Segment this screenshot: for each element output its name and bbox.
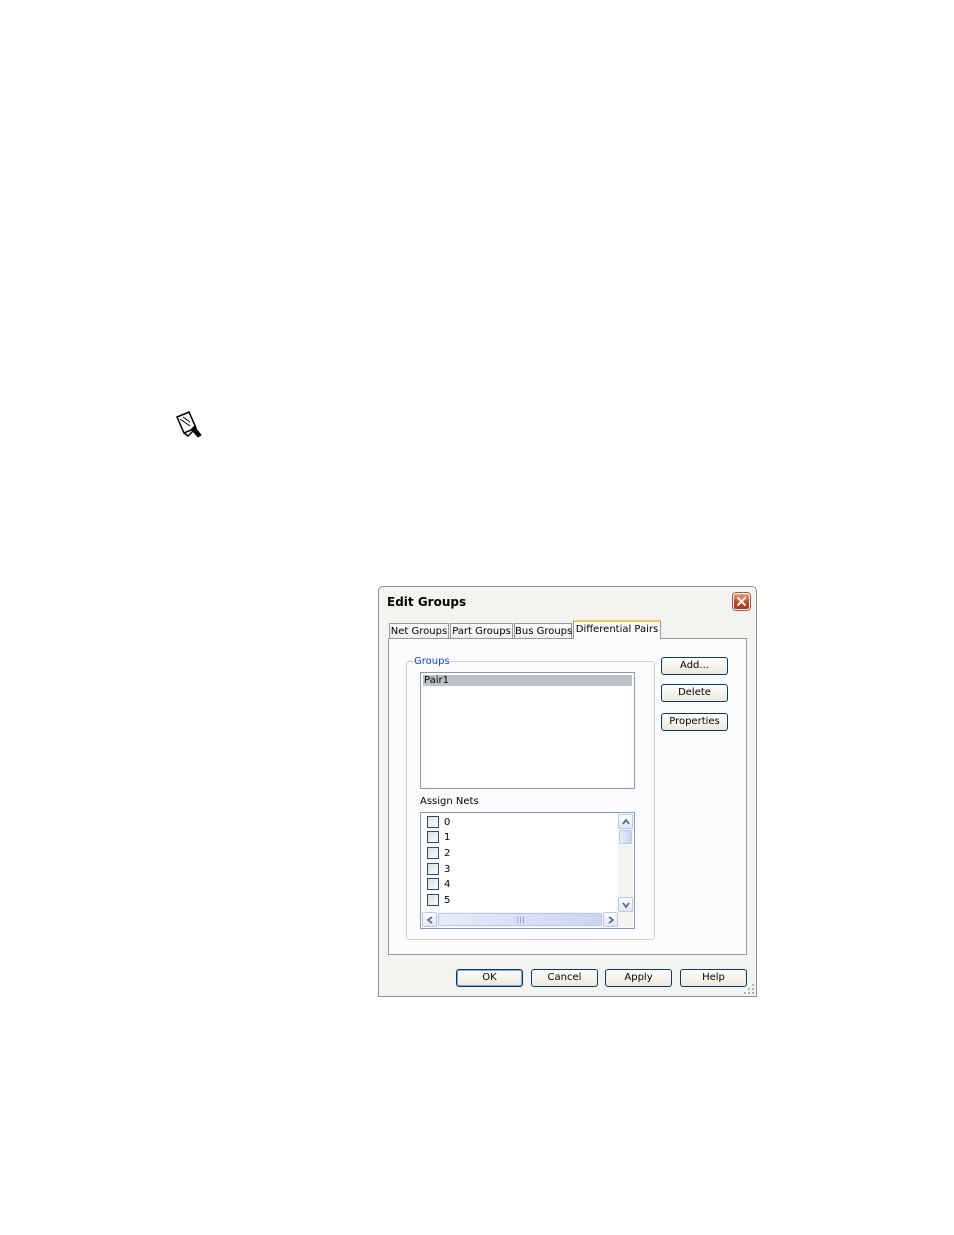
chevron-left-icon [426, 916, 433, 924]
scroll-up-button[interactable] [618, 814, 633, 829]
net-checkbox[interactable] [427, 831, 439, 843]
scrollbar-corner [618, 912, 633, 927]
horizontal-scroll-thumb[interactable] [438, 913, 602, 926]
properties-button[interactable]: Properties [661, 713, 728, 731]
groups-groupbox: Groups Pair1 Assign Nets 0 1 2 3 4 5 [406, 656, 655, 940]
assign-nets-list[interactable]: 0 1 2 3 4 5 [420, 812, 635, 929]
dialog-title: Edit Groups [387, 595, 467, 609]
chevron-up-icon [622, 818, 630, 825]
groups-list[interactable]: Pair1 [420, 672, 635, 789]
cancel-button[interactable]: Cancel [531, 969, 598, 987]
net-label: 2 [444, 848, 451, 859]
differential-pairs-panel: Groups Pair1 Assign Nets 0 1 2 3 4 5 Add… [388, 638, 747, 955]
tab-label: Net Groups [390, 626, 448, 637]
scroll-right-button[interactable] [603, 912, 618, 927]
chevron-down-icon [622, 902, 630, 909]
ok-button[interactable]: OK [456, 969, 523, 987]
note-pencil-icon [176, 411, 202, 438]
net-label: 0 [444, 817, 451, 828]
assign-nets-label: Assign Nets [420, 796, 479, 807]
close-icon [736, 596, 747, 607]
close-button[interactable] [733, 593, 750, 610]
edit-groups-dialog: Edit Groups Net Groups Part Groups Bus G… [378, 586, 757, 997]
add-button[interactable]: Add... [661, 657, 728, 675]
groups-label: Groups [413, 656, 451, 667]
net-label: 4 [444, 879, 451, 890]
vertical-scrollbar[interactable] [618, 814, 633, 912]
delete-button[interactable]: Delete [661, 684, 728, 702]
net-checkbox[interactable] [427, 847, 439, 859]
help-button[interactable]: Help [680, 969, 747, 987]
chevron-right-icon [608, 916, 615, 924]
grip-lines-icon [517, 917, 524, 923]
list-item-pair1[interactable]: Pair1 [423, 675, 632, 686]
scroll-down-button[interactable] [618, 897, 633, 912]
tab-label: Differential Pairs [575, 624, 659, 635]
net-checkbox[interactable] [427, 863, 439, 875]
vertical-scroll-thumb[interactable] [619, 830, 632, 844]
net-checkbox[interactable] [427, 878, 439, 890]
net-checkbox[interactable] [427, 816, 439, 828]
title-bar[interactable]: Edit Groups [379, 587, 756, 613]
net-checkbox[interactable] [427, 894, 439, 906]
tab-differential-pairs[interactable]: Differential Pairs [573, 620, 661, 639]
net-label: 3 [444, 864, 451, 875]
apply-button[interactable]: Apply [605, 969, 672, 987]
tab-label: Part Groups [452, 626, 511, 637]
tab-label: Bus Groups [515, 626, 573, 637]
resize-grip-icon[interactable] [743, 983, 755, 995]
scroll-left-button[interactable] [422, 912, 437, 927]
horizontal-scrollbar[interactable] [422, 912, 618, 927]
net-label: 1 [444, 832, 451, 843]
net-label: 5 [444, 895, 451, 906]
